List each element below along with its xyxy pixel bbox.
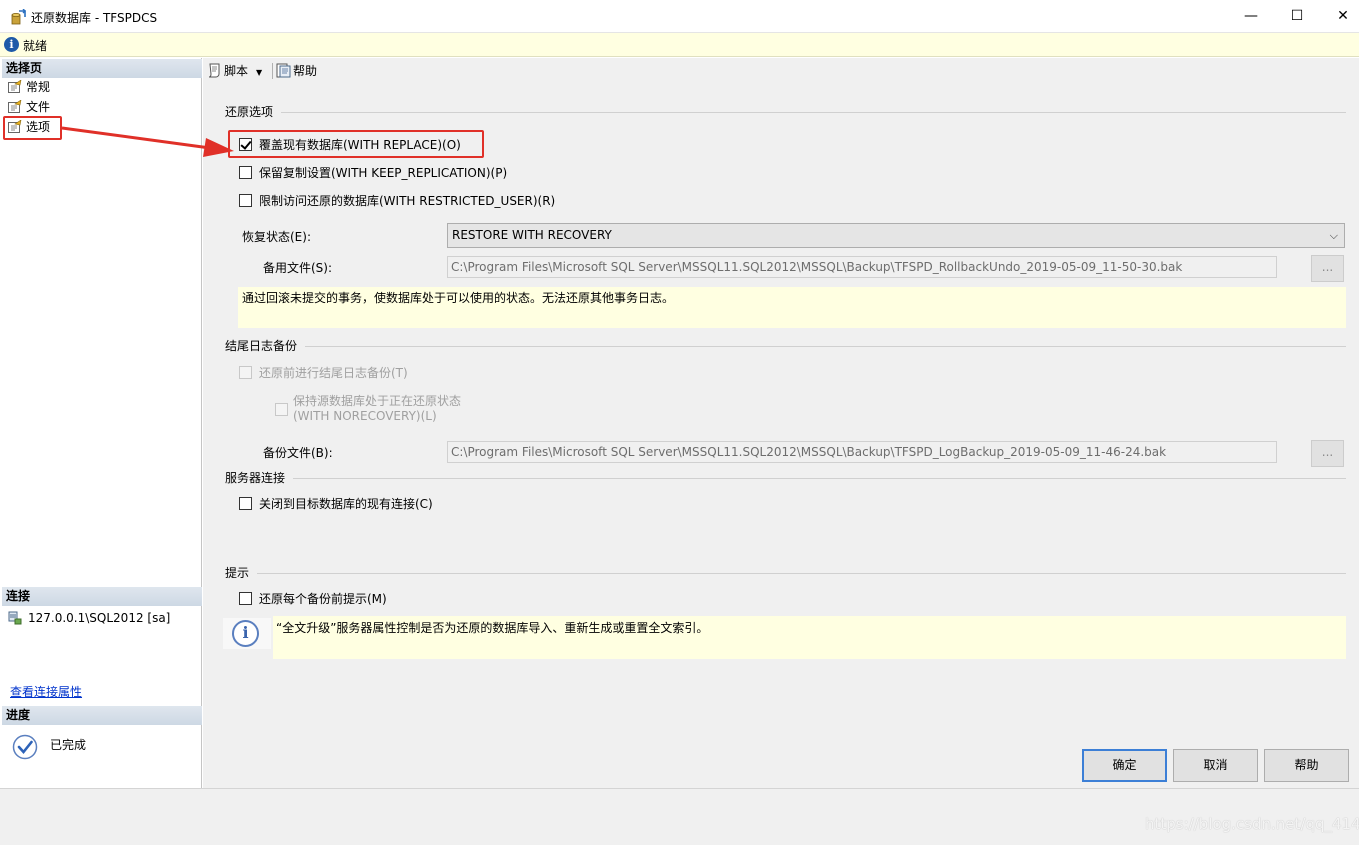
help-label: 帮助: [293, 64, 318, 78]
annotation-highlight-with-replace: [228, 130, 484, 158]
restricted-user-checkbox[interactable]: 限制访问还原的数据库(WITH RESTRICTED_USER)(R): [239, 192, 555, 208]
restore-database-icon: [11, 9, 26, 25]
maximize-button[interactable]: ☐: [1274, 0, 1320, 32]
ok-button[interactable]: 确定: [1082, 749, 1167, 782]
options-pane: 脚本 ▼ 帮助 还原选项 覆盖现有数据库(WITH REPLACE)(O) 保留复…: [203, 58, 1359, 788]
info-icon: i: [232, 620, 259, 647]
title-bar: 还原数据库 - TFSPDCS — ☐ ✕: [0, 0, 1359, 33]
check-circle-icon: [12, 734, 38, 760]
recovery-state-label: 恢复状态(E):: [242, 230, 311, 244]
status-text: 就绪: [23, 39, 48, 53]
connection-info: 127.0.0.1\SQL2012 [sa]: [8, 611, 170, 625]
chevron-down-icon: ⌵: [1329, 229, 1338, 242]
group-divider: [293, 478, 1346, 479]
footer-bar: [0, 788, 1359, 845]
group-divider: [257, 573, 1346, 574]
tail-log-group-label: 结尾日志备份: [225, 339, 298, 353]
connection-header: 连接: [2, 587, 202, 606]
help-button[interactable]: 帮助: [1264, 749, 1349, 782]
norecovery-label-line1: 保持源数据库处于正在还原状态: [293, 394, 462, 408]
minimize-button[interactable]: —: [1228, 0, 1274, 32]
norecovery-checkbox[interactable]: [275, 401, 295, 417]
status-strip: i 就绪: [0, 33, 1359, 57]
script-icon: [208, 63, 220, 78]
recovery-state-value: RESTORE WITH RECOVERY: [452, 228, 612, 242]
view-connection-properties-link[interactable]: 查看连接属性: [10, 683, 82, 700]
script-button[interactable]: 脚本 ▼: [207, 63, 262, 79]
standby-file-label: 备用文件(S):: [263, 261, 333, 275]
close-existing-connections-checkbox[interactable]: 关闭到目标数据库的现有连接(C): [239, 495, 433, 511]
page-item-label: 文件: [26, 100, 51, 114]
group-divider: [305, 346, 1346, 347]
progress-status-text: 已完成: [50, 738, 87, 752]
tail-log-backup-label: 还原前进行结尾日志备份(T): [259, 365, 408, 380]
left-pane: 选择页 常规 文件 选项 连接 127.0.0.1\SQL2012 [sa] 查…: [2, 58, 202, 788]
page-icon: [8, 100, 22, 113]
checkbox-icon[interactable]: [239, 165, 252, 179]
connection-text: 127.0.0.1\SQL2012 [sa]: [28, 611, 171, 625]
keep-replication-checkbox[interactable]: 保留复制设置(WITH KEEP_REPLICATION)(P): [239, 164, 507, 180]
tail-log-backup-checkbox[interactable]: 还原前进行结尾日志备份(T): [239, 364, 408, 380]
fulltext-info-box: “全文升级”服务器属性控制是否为还原的数据库导入、重新生成或重置全文索引。: [273, 616, 1346, 659]
progress-header: 进度: [2, 706, 202, 725]
annotation-arrow: [61, 126, 234, 157]
page-item-general[interactable]: 常规: [8, 78, 50, 96]
backup-file-browse-button[interactable]: ...: [1311, 440, 1344, 467]
dropdown-arrow-icon[interactable]: ▼: [256, 68, 262, 77]
help-toolbar-button[interactable]: 帮助: [276, 63, 317, 79]
standby-file-browse-button[interactable]: ...: [1311, 255, 1344, 282]
server-connections-group-label: 服务器连接: [225, 471, 286, 485]
prompt-before-restore-label: 还原每个备份前提示(M): [259, 591, 387, 606]
page-item-label: 常规: [26, 80, 51, 94]
select-page-header: 选择页: [2, 59, 202, 78]
toolbar: 脚本 ▼ 帮助: [203, 58, 1359, 84]
recovery-state-select[interactable]: RESTORE WITH RECOVERY ⌵: [447, 223, 1345, 248]
checkbox-icon[interactable]: [239, 591, 252, 605]
checkbox-icon[interactable]: [239, 365, 252, 379]
backup-file-field[interactable]: C:\Program Files\Microsoft SQL Server\MS…: [447, 441, 1277, 463]
checkbox-icon[interactable]: [239, 496, 252, 510]
script-label: 脚本: [224, 64, 249, 78]
fulltext-info-text: “全文升级”服务器属性控制是否为还原的数据库导入、重新生成或重置全文索引。: [276, 621, 709, 635]
close-existing-connections-label: 关闭到目标数据库的现有连接(C): [259, 496, 433, 511]
close-button[interactable]: ✕: [1320, 0, 1359, 32]
checkbox-icon[interactable]: [239, 193, 252, 207]
window-title: 还原数据库 - TFSPDCS: [31, 11, 158, 25]
norecovery-label-line2: (WITH NORECOVERY)(L): [293, 409, 437, 423]
help-icon: [276, 63, 291, 78]
toolbar-separator: [272, 63, 273, 79]
server-icon: [8, 611, 22, 625]
recovery-description-text: 通过回滚未提交的事务，使数据库处于可以使用的状态。无法还原其他事务日志。: [242, 291, 675, 305]
cancel-button[interactable]: 取消: [1173, 749, 1258, 782]
annotation-highlight-options: [3, 116, 62, 140]
info-icon: i: [4, 37, 19, 52]
page-icon: [8, 80, 22, 93]
prompt-group-label: 提示: [225, 566, 250, 580]
restricted-user-label: 限制访问还原的数据库(WITH RESTRICTED_USER)(R): [259, 193, 556, 208]
backup-file-label: 备份文件(B):: [263, 446, 333, 460]
group-divider: [281, 112, 1346, 113]
prompt-before-restore-checkbox[interactable]: 还原每个备份前提示(M): [239, 590, 387, 606]
keep-replication-label: 保留复制设置(WITH KEEP_REPLICATION)(P): [259, 165, 508, 180]
standby-file-field[interactable]: C:\Program Files\Microsoft SQL Server\MS…: [447, 256, 1277, 278]
checkbox-icon[interactable]: [275, 402, 288, 416]
page-item-files[interactable]: 文件: [8, 98, 50, 116]
recovery-description-box: 通过回滚未提交的事务，使数据库处于可以使用的状态。无法还原其他事务日志。: [238, 287, 1346, 328]
